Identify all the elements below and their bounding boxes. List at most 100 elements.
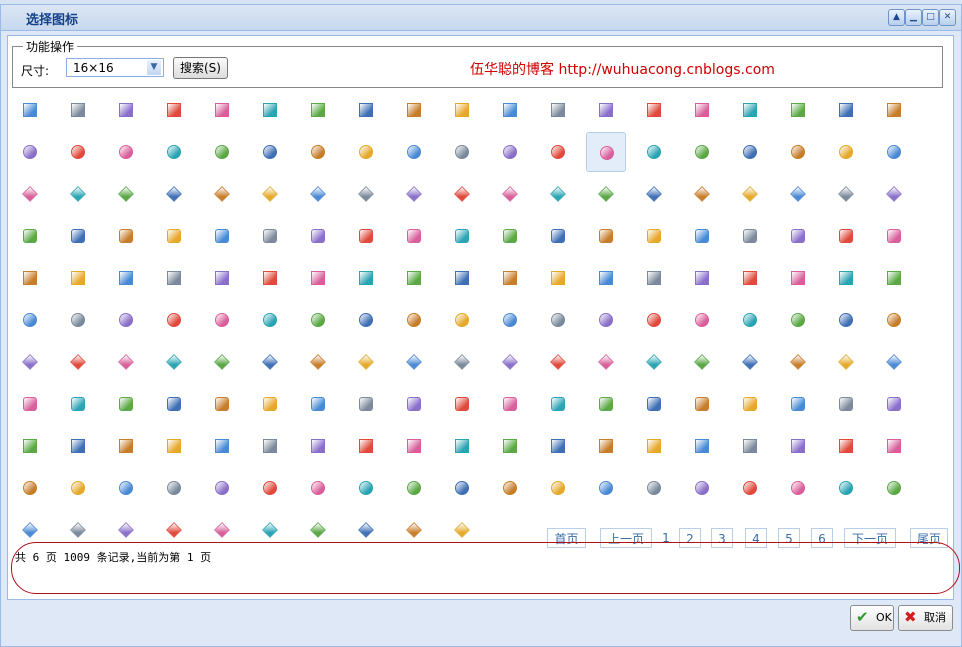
icon-cell[interactable] xyxy=(682,90,722,130)
icon-cell[interactable] xyxy=(298,216,338,256)
icon-cell[interactable] xyxy=(826,426,866,466)
icon-cell[interactable] xyxy=(298,174,338,214)
icon-cell[interactable] xyxy=(586,132,626,172)
icon-cell[interactable] xyxy=(442,384,482,424)
icon-cell[interactable] xyxy=(10,342,50,382)
icon-cell[interactable] xyxy=(58,384,98,424)
icon-cell[interactable] xyxy=(682,216,722,256)
icon-cell[interactable] xyxy=(250,90,290,130)
icon-cell[interactable] xyxy=(442,426,482,466)
icon-cell[interactable] xyxy=(490,468,530,508)
icon-cell[interactable] xyxy=(250,342,290,382)
icon-cell[interactable] xyxy=(778,132,818,172)
icon-cell[interactable] xyxy=(778,300,818,340)
icon-cell[interactable] xyxy=(154,384,194,424)
icon-cell[interactable] xyxy=(874,258,914,298)
icon-cell[interactable] xyxy=(250,174,290,214)
collapse-icon[interactable]: ▲ xyxy=(888,9,905,26)
icon-cell[interactable] xyxy=(58,342,98,382)
icon-cell[interactable] xyxy=(538,174,578,214)
icon-cell[interactable] xyxy=(874,132,914,172)
icon-cell[interactable] xyxy=(10,300,50,340)
icon-cell[interactable] xyxy=(538,132,578,172)
icon-cell[interactable] xyxy=(730,174,770,214)
icon-cell[interactable] xyxy=(586,174,626,214)
icon-cell[interactable] xyxy=(874,384,914,424)
icon-cell[interactable] xyxy=(298,384,338,424)
icon-cell[interactable] xyxy=(394,426,434,466)
icon-cell[interactable] xyxy=(538,216,578,256)
icon-cell[interactable] xyxy=(826,258,866,298)
icon-cell[interactable] xyxy=(874,90,914,130)
icon-cell[interactable] xyxy=(634,384,674,424)
icon-cell[interactable] xyxy=(202,90,242,130)
icon-cell[interactable] xyxy=(58,90,98,130)
icon-cell[interactable] xyxy=(490,174,530,214)
icon-cell[interactable] xyxy=(154,300,194,340)
icon-cell[interactable] xyxy=(442,342,482,382)
icon-cell[interactable] xyxy=(778,384,818,424)
icon-cell[interactable] xyxy=(10,216,50,256)
icon-cell[interactable] xyxy=(682,384,722,424)
icon-cell[interactable] xyxy=(634,216,674,256)
icon-cell[interactable] xyxy=(298,132,338,172)
icon-cell[interactable] xyxy=(154,216,194,256)
icon-cell[interactable] xyxy=(58,174,98,214)
icon-cell[interactable] xyxy=(682,132,722,172)
icon-cell[interactable] xyxy=(586,90,626,130)
icon-cell[interactable] xyxy=(778,216,818,256)
icon-cell[interactable] xyxy=(58,468,98,508)
icon-cell[interactable] xyxy=(250,216,290,256)
icon-cell[interactable] xyxy=(154,132,194,172)
icon-cell[interactable] xyxy=(634,426,674,466)
icon-cell[interactable] xyxy=(826,342,866,382)
icon-cell[interactable] xyxy=(10,258,50,298)
icon-cell[interactable] xyxy=(394,90,434,130)
size-select[interactable]: 16×16 ▼ xyxy=(66,58,164,77)
icon-cell[interactable] xyxy=(202,342,242,382)
icon-cell[interactable] xyxy=(250,426,290,466)
icon-cell[interactable] xyxy=(346,468,386,508)
icon-cell[interactable] xyxy=(730,342,770,382)
icon-cell[interactable] xyxy=(874,174,914,214)
icon-cell[interactable] xyxy=(58,426,98,466)
icon-cell[interactable] xyxy=(874,300,914,340)
icon-cell[interactable] xyxy=(250,300,290,340)
icon-cell[interactable] xyxy=(682,300,722,340)
icon-cell[interactable] xyxy=(58,132,98,172)
icon-cell[interactable] xyxy=(202,300,242,340)
icon-cell[interactable] xyxy=(154,342,194,382)
icon-cell[interactable] xyxy=(106,342,146,382)
icon-cell[interactable] xyxy=(442,468,482,508)
icon-cell[interactable] xyxy=(586,384,626,424)
icon-cell[interactable] xyxy=(106,174,146,214)
icon-cell[interactable] xyxy=(202,174,242,214)
icon-cell[interactable] xyxy=(490,300,530,340)
icon-cell[interactable] xyxy=(10,174,50,214)
icon-cell[interactable] xyxy=(106,300,146,340)
icon-cell[interactable] xyxy=(490,258,530,298)
icon-cell[interactable] xyxy=(442,90,482,130)
icon-cell[interactable] xyxy=(874,426,914,466)
icon-cell[interactable] xyxy=(538,426,578,466)
icon-cell[interactable] xyxy=(634,468,674,508)
icon-cell[interactable] xyxy=(682,468,722,508)
icon-cell[interactable] xyxy=(634,258,674,298)
icon-cell[interactable] xyxy=(394,258,434,298)
icon-cell[interactable] xyxy=(346,342,386,382)
icon-cell[interactable] xyxy=(730,258,770,298)
icon-cell[interactable] xyxy=(730,216,770,256)
blog-link[interactable]: 伍华聪的博客 http://wuhuacong.cnblogs.com xyxy=(470,59,775,79)
icon-cell[interactable] xyxy=(298,342,338,382)
cancel-button[interactable]: ✖ 取消 xyxy=(898,605,953,631)
icon-cell[interactable] xyxy=(586,300,626,340)
icon-cell[interactable] xyxy=(538,342,578,382)
icon-cell[interactable] xyxy=(778,90,818,130)
icon-cell[interactable] xyxy=(586,342,626,382)
icon-cell[interactable] xyxy=(106,216,146,256)
icon-cell[interactable] xyxy=(298,426,338,466)
icon-cell[interactable] xyxy=(346,384,386,424)
icon-cell[interactable] xyxy=(778,258,818,298)
icon-cell[interactable] xyxy=(106,258,146,298)
minimize-icon[interactable]: ▁ xyxy=(905,9,922,26)
